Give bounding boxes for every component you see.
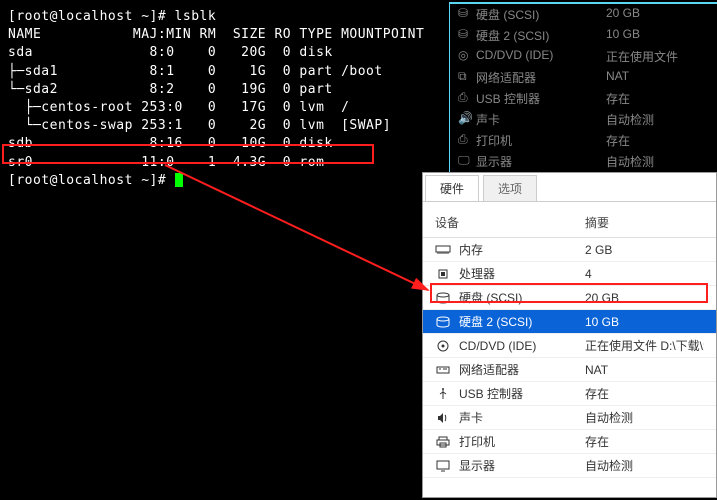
hw-row[interactable]: 硬盘 2 (SCSI) 10 GB: [423, 310, 716, 334]
command: lsblk: [175, 9, 217, 24]
tab-options[interactable]: 选项: [483, 175, 537, 201]
hw-row[interactable]: 硬盘 (SCSI) 20 GB: [423, 286, 716, 310]
hw-summary: NAT: [585, 363, 704, 377]
bg-row: ⎙打印机存在: [450, 130, 717, 151]
disk-icon: [435, 291, 455, 305]
prompt: [root@localhost ~]#: [8, 9, 175, 24]
display-icon: 🖵: [458, 153, 476, 170]
hw-device-label: 声卡: [459, 409, 483, 426]
cd-icon: ◎: [458, 48, 476, 65]
tab-hardware[interactable]: 硬件: [425, 175, 479, 201]
hw-row[interactable]: CD/DVD (IDE) 正在使用文件 D:\下载\浏: [423, 334, 716, 358]
hw-summary: 存在: [585, 433, 704, 450]
col-device: 设备: [435, 214, 585, 231]
bg-row: ⧉网络适配器NAT: [450, 67, 717, 88]
hw-summary: 存在: [585, 385, 704, 402]
bg-row: ⛁硬盘 (SCSI)20 GB: [450, 4, 717, 25]
hardware-panel: 硬件 选项 设备 摘要 内存 2 GB 处理器 4 硬盘 (SCSI) 20 GB 硬盘 2…: [422, 172, 717, 498]
hw-device-label: 硬盘 2 (SCSI): [459, 313, 532, 330]
prompt: [root@localhost ~]#: [8, 173, 175, 188]
printer-icon: [435, 435, 455, 449]
hw-row[interactable]: 网络适配器 NAT: [423, 358, 716, 382]
hw-device-label: 处理器: [459, 265, 495, 282]
usb-icon: [435, 387, 455, 401]
hw-device-label: 显示器: [459, 457, 495, 474]
bg-row: ◎CD/DVD (IDE)正在使用文件: [450, 46, 717, 67]
network-icon: [435, 363, 455, 377]
hw-device-label: 内存: [459, 241, 483, 258]
hw-summary: 10 GB: [585, 315, 704, 329]
disk-icon: [435, 315, 455, 329]
hw-device-label: 网络适配器: [459, 361, 519, 378]
hw-row[interactable]: 内存 2 GB: [423, 238, 716, 262]
printer-icon: ⎙: [458, 132, 476, 149]
hw-summary: 自动检测: [585, 409, 704, 426]
hw-row[interactable]: 声卡 自动检测: [423, 406, 716, 430]
hw-summary: 自动检测: [585, 457, 704, 474]
hw-table-header: 设备 摘要: [423, 208, 716, 238]
cd-icon: [435, 339, 455, 353]
disk-icon: ⛁: [458, 27, 476, 44]
bg-row: ⎙USB 控制器存在: [450, 88, 717, 109]
bg-row: 🖵显示器自动检测: [450, 151, 717, 172]
hw-device-label: 打印机: [459, 433, 495, 450]
cpu-icon: [435, 267, 455, 281]
background-hw-panel: ⛁硬盘 (SCSI)20 GB ⛁硬盘 2 (SCSI)10 GB ◎CD/DV…: [449, 2, 717, 172]
bg-row: 🔊声卡自动检测: [450, 109, 717, 130]
hw-device-label: USB 控制器: [459, 385, 523, 402]
hw-summary: 4: [585, 267, 704, 281]
hw-summary: 正在使用文件 D:\下载\浏: [585, 337, 704, 354]
disk-icon: ⛁: [458, 6, 476, 23]
hw-summary: 20 GB: [585, 291, 704, 305]
tabs: 硬件 选项: [423, 173, 716, 202]
usb-icon: ⎙: [458, 90, 476, 107]
hw-row[interactable]: USB 控制器 存在: [423, 382, 716, 406]
display-icon: [435, 459, 455, 473]
sound-icon: [435, 411, 455, 425]
hw-row[interactable]: 处理器 4: [423, 262, 716, 286]
network-icon: ⧉: [458, 69, 476, 86]
cursor: [175, 173, 183, 187]
hw-body: 设备 摘要 内存 2 GB 处理器 4 硬盘 (SCSI) 20 GB 硬盘 2 (SCSI…: [423, 202, 716, 484]
hw-row[interactable]: 打印机 存在: [423, 430, 716, 454]
hw-device-label: CD/DVD (IDE): [459, 339, 536, 353]
sound-icon: 🔊: [458, 111, 476, 128]
watermark: CSDN @何翰宇: [633, 480, 711, 496]
hw-device-label: 硬盘 (SCSI): [459, 289, 522, 306]
hw-row[interactable]: 显示器 自动检测: [423, 454, 716, 478]
bg-row: ⛁硬盘 2 (SCSI)10 GB: [450, 25, 717, 46]
hw-summary: 2 GB: [585, 243, 704, 257]
memory-icon: [435, 243, 455, 257]
col-summary: 摘要: [585, 214, 704, 231]
